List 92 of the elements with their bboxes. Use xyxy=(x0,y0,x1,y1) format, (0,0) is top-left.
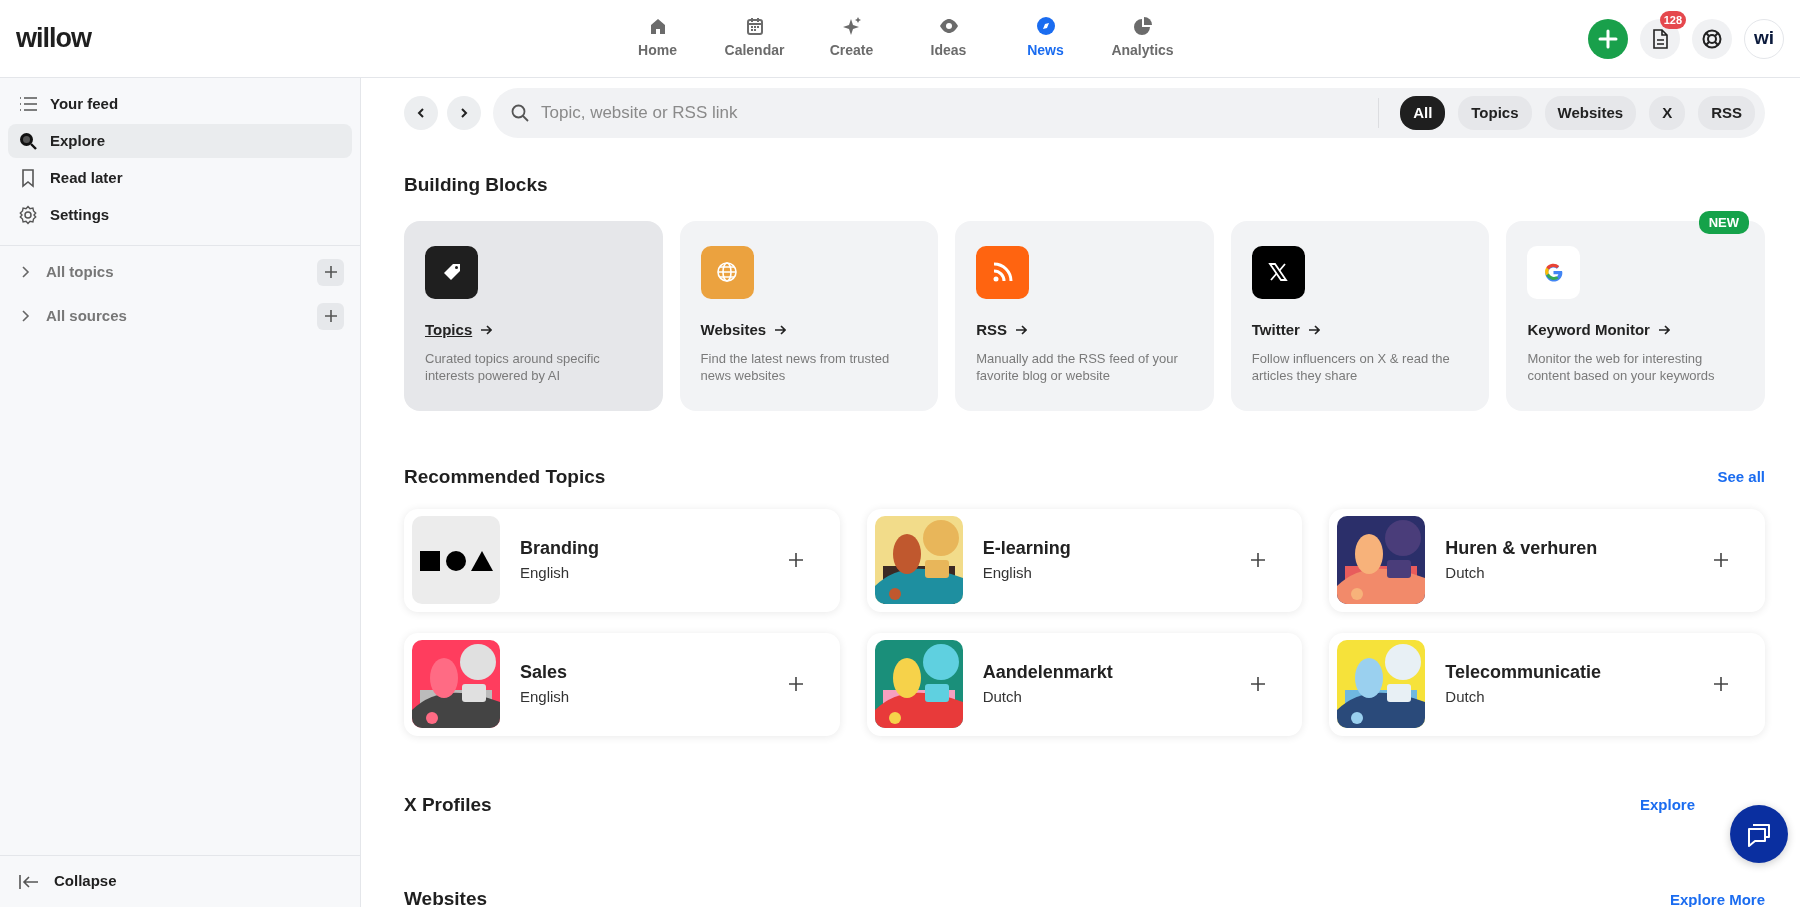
google-icon xyxy=(1542,261,1565,284)
search-icon xyxy=(18,131,38,151)
arrow-right-icon xyxy=(1015,324,1028,337)
nav-tab[interactable]: Ideas xyxy=(900,16,997,61)
pie-chart-icon xyxy=(1132,16,1153,36)
explore-link[interactable]: Explore xyxy=(1639,793,1695,817)
sidebar-item[interactable]: Read later xyxy=(8,161,352,195)
sidebar-group[interactable]: All sources xyxy=(46,304,127,328)
filter-chip[interactable]: Websites xyxy=(1544,95,1637,131)
card-title[interactable]: Topics xyxy=(425,318,473,342)
plus-icon xyxy=(1250,552,1267,569)
list-icon xyxy=(18,94,38,114)
new-badge: NEW xyxy=(1698,210,1749,235)
arrow-right-icon xyxy=(1657,324,1670,337)
plus-icon xyxy=(787,552,804,569)
section-title: X Profiles xyxy=(404,793,492,817)
rss-icon xyxy=(991,261,1014,284)
back-button[interactable] xyxy=(404,96,438,130)
plus-icon xyxy=(323,309,338,323)
calendar-icon xyxy=(744,16,765,36)
card-description: Find the latest news from trusted news websites xyxy=(700,349,891,385)
search-field[interactable]: Topic, website or RSS link All Topics Websites X RSS xyxy=(493,88,1765,138)
topic-name: E-learning xyxy=(982,537,1071,561)
eye-icon xyxy=(938,16,959,36)
compass-icon xyxy=(1035,16,1056,36)
add-button[interactable] xyxy=(1588,18,1628,59)
add-button[interactable] xyxy=(317,302,344,330)
topic-name: Huren & verhuren xyxy=(1445,537,1598,561)
chevron-left-icon xyxy=(415,107,427,119)
nav-tab[interactable]: Create xyxy=(803,16,900,61)
shapes-icon xyxy=(418,549,494,572)
plus-icon xyxy=(323,265,338,279)
plus-icon xyxy=(1713,676,1729,693)
globe-icon xyxy=(716,261,739,284)
card-description: Follow influencers on X & read the articles they share xyxy=(1251,349,1451,385)
sidebar-item[interactable]: Explore xyxy=(8,124,352,158)
arrow-right-icon xyxy=(774,324,787,337)
add-button[interactable] xyxy=(317,258,344,286)
plus-icon xyxy=(787,676,804,693)
sidebar-group[interactable]: All topics xyxy=(46,260,114,284)
forward-button[interactable] xyxy=(447,96,481,130)
nav-tab[interactable]: News xyxy=(997,16,1094,61)
topic-language: Dutch xyxy=(1445,563,1486,584)
filter-chip[interactable]: RSS xyxy=(1698,95,1755,131)
settings-icon xyxy=(18,205,38,225)
notification-badge: 128 xyxy=(1659,10,1686,29)
filter-chip[interactable]: X xyxy=(1649,95,1686,131)
topic-language: English xyxy=(982,563,1033,584)
section-title: Websites xyxy=(404,888,488,907)
plus-icon xyxy=(1597,27,1619,50)
card-description: Manually add the RSS feed of your favorite blog or website xyxy=(976,349,1179,385)
arrow-right-icon xyxy=(480,324,493,337)
card-title[interactable]: Keyword Monitor xyxy=(1527,318,1650,342)
document-button[interactable] xyxy=(1640,18,1680,59)
topic-name: Sales xyxy=(520,661,569,685)
topic-name: Telecommunicatie xyxy=(1445,661,1602,685)
explore-link[interactable]: Explore More xyxy=(1669,888,1765,907)
x-logo-icon xyxy=(1267,261,1290,284)
topic-language: Dutch xyxy=(1445,687,1486,708)
filter-chip[interactable]: Topics xyxy=(1458,95,1532,131)
see-all-link[interactable]: See all xyxy=(1717,465,1765,489)
topic-language: English xyxy=(520,563,571,584)
card-title[interactable]: RSS xyxy=(976,318,1008,342)
topic-language: English xyxy=(520,687,570,708)
sidebar-item[interactable]: Settings xyxy=(8,198,352,232)
card-title[interactable]: Websites xyxy=(700,318,767,342)
sidebar-item[interactable]: Your feed xyxy=(8,87,352,121)
chat-button[interactable] xyxy=(1730,805,1788,863)
document-icon xyxy=(1650,27,1670,50)
nav-tab[interactable]: Home xyxy=(609,16,706,61)
topic-name: Aandelenmarkt xyxy=(982,661,1113,685)
plus-icon xyxy=(1713,552,1729,569)
app-logo: willow xyxy=(16,22,91,56)
search-icon xyxy=(511,104,529,122)
card-title[interactable]: Twitter xyxy=(1251,318,1300,342)
plus-icon xyxy=(1250,676,1267,693)
collapse-icon[interactable] xyxy=(18,872,40,891)
topic-name: Branding xyxy=(520,537,599,561)
filter-chip[interactable]: All xyxy=(1400,95,1446,131)
arrow-right-icon xyxy=(1307,324,1320,337)
section-title: Building Blocks xyxy=(404,174,549,197)
help-button[interactable] xyxy=(1692,18,1732,59)
nav-tab[interactable]: Calendar xyxy=(706,16,803,61)
lifebuoy-icon xyxy=(1701,27,1723,50)
nav-tab[interactable]: Analytics xyxy=(1094,16,1191,61)
topic-language: Dutch xyxy=(982,687,1023,708)
section-title: Recommended Topics xyxy=(404,465,606,489)
card-description: Monitor the web for interesting content based on your keywords xyxy=(1527,349,1716,385)
user-avatar[interactable]: wi xyxy=(1744,18,1784,59)
chevron-right-icon xyxy=(458,107,470,119)
collapse-label[interactable]: Collapse xyxy=(54,870,117,893)
card-description: Curated topics around specific interests powered by AI xyxy=(425,349,601,385)
